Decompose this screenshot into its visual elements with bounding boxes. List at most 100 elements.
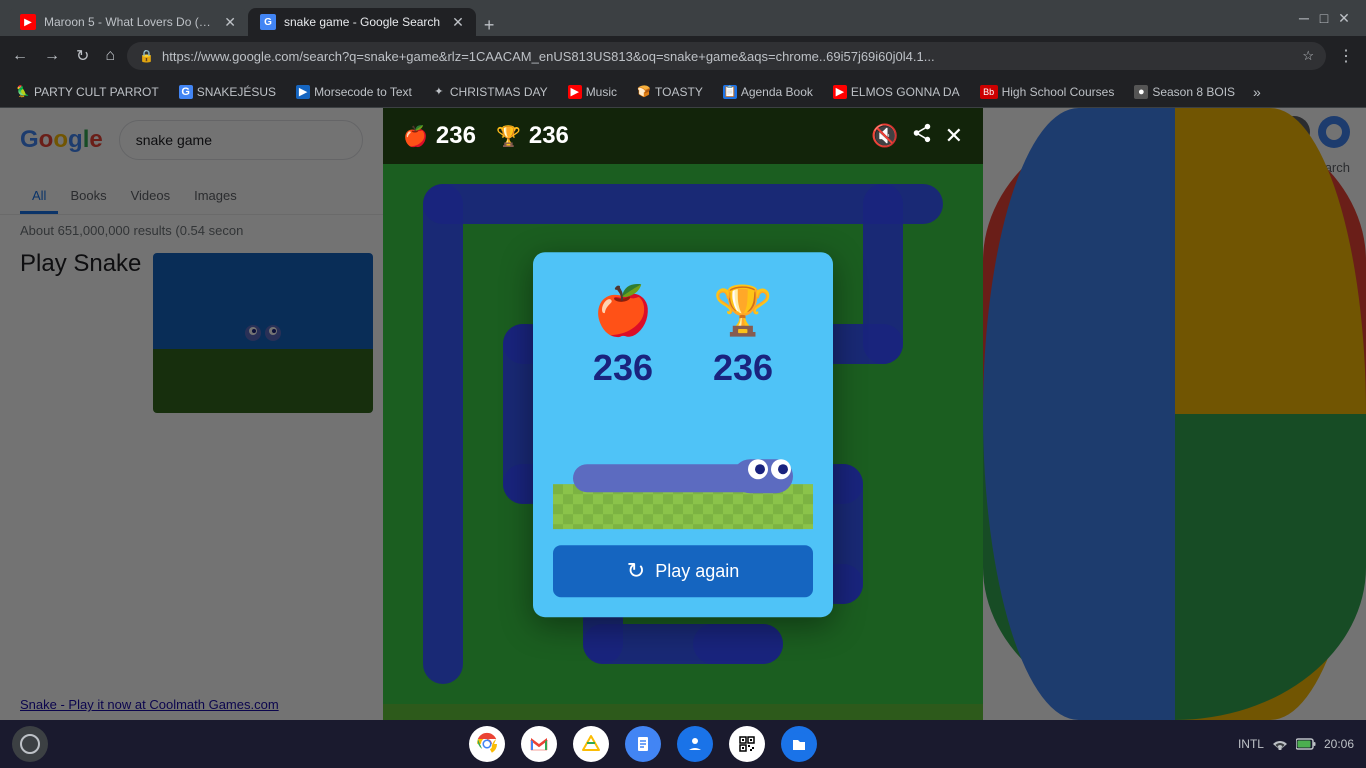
main-content: Google snake game All Books Videos Image… — [0, 108, 1366, 720]
bookmark-label-1: PARTY CULT PARROT — [34, 85, 159, 99]
bookmark-morsecode[interactable]: ▶ Morsecode to Text — [288, 83, 420, 101]
overlay-trophy-value: 236 — [713, 347, 773, 389]
overlay-apple-value: 236 — [593, 347, 653, 389]
bookmark-icon-7: 📋 — [723, 85, 737, 99]
bookmark-season8[interactable]: ● Season 8 BOIS — [1126, 83, 1243, 101]
game-board: 🍎 236 🏆 236 — [383, 164, 983, 720]
url-icons: ☆ — [1302, 48, 1314, 64]
bookmark-toasty[interactable]: 🍞 TOASTY — [629, 83, 711, 101]
close-game-button[interactable]: ✕ — [945, 122, 963, 150]
address-bar: ← → ↻ ⌂ 🔒 https://www.google.com/search?… — [0, 36, 1366, 76]
clock-time: 20:06 — [1324, 737, 1354, 751]
bookmarks-bar: 🦜 PARTY CULT PARROT G SNAKEJÉSUS ▶ Morse… — [0, 76, 1366, 108]
bookmark-label-4: CHRISTMAS DAY — [450, 85, 548, 99]
tab-maroon5[interactable]: ▶ Maroon 5 - What Lovers Do (Lyri... ✕ — [8, 8, 248, 36]
taskbar-classroom[interactable] — [677, 726, 713, 762]
taskbar-drive[interactable] — [573, 726, 609, 762]
url-text: https://www.google.com/search?q=snake+ga… — [162, 49, 1294, 64]
share-button[interactable] — [911, 122, 933, 150]
current-score-value: 236 — [436, 122, 476, 150]
play-again-button[interactable]: ↻ Play again — [553, 545, 813, 597]
tabs-bar: ▶ Maroon 5 - What Lovers Do (Lyri... ✕ G… — [8, 0, 1290, 36]
bookmark-agenda[interactable]: 📋 Agenda Book — [715, 83, 821, 101]
snake-game-container: 🍎 236 🏆 236 🔇 ✕ — [383, 108, 983, 720]
bookmark-icon-2: G — [179, 85, 193, 99]
bookmark-label-9: High School Courses — [1002, 85, 1115, 99]
bookmark-label-10: Season 8 BOIS — [1152, 85, 1235, 99]
taskbar-files[interactable] — [781, 726, 817, 762]
minimize-button[interactable]: ─ — [1298, 12, 1310, 24]
bookmark-icon-6: 🍞 — [637, 85, 651, 99]
play-again-icon: ↻ — [627, 558, 645, 584]
bookmark-music[interactable]: ▶ Music — [560, 83, 625, 101]
bookmark-label-6: TOASTY — [655, 85, 703, 99]
browser-frame: ▶ Maroon 5 - What Lovers Do (Lyri... ✕ G… — [0, 0, 1366, 768]
bookmark-star-icon[interactable]: ☆ — [1302, 48, 1314, 64]
snake-illustration — [553, 409, 813, 529]
play-again-label: Play again — [655, 561, 739, 582]
wifi-icon — [1272, 738, 1288, 750]
keyboard-layout: INTL — [1238, 737, 1264, 751]
extensions-button[interactable]: ⋮ — [1334, 42, 1358, 70]
bookmark-icon-4: ✦ — [432, 85, 446, 99]
apple-score-icon: 🍎 — [403, 124, 428, 149]
tab-snake-game[interactable]: G snake game - Google Search ✕ — [248, 8, 476, 36]
bookmark-icon-5: ▶ — [568, 85, 582, 99]
bookmark-icon-9: Bb — [980, 85, 998, 99]
bookmarks-more-button[interactable]: » — [1247, 82, 1267, 102]
bookmark-icon-3: ▶ — [296, 85, 310, 99]
window-controls: ─ □ ✕ — [1298, 12, 1350, 24]
bookmark-label-8: ELMOS GONNA DA — [851, 85, 960, 99]
game-score-bar: 🍎 236 🏆 236 🔇 ✕ — [383, 108, 983, 164]
mute-button[interactable]: 🔇 — [871, 122, 898, 150]
overlay-apple-icon: 🍎 — [593, 282, 653, 339]
overlay-scores: 🍎 236 🏆 236 — [593, 282, 773, 389]
taskbar-chrome[interactable] — [469, 726, 505, 762]
bookmark-label-7: Agenda Book — [741, 85, 813, 99]
bookmark-elmos[interactable]: ▶ ELMOS GONNA DA — [825, 83, 968, 101]
battery-icon — [1296, 738, 1316, 750]
taskbar-gmail[interactable] — [521, 726, 557, 762]
bookmark-icon-1: 🦜 — [16, 85, 30, 99]
bookmark-icon-8: ▶ — [833, 85, 847, 99]
tab-close-1[interactable]: ✕ — [224, 14, 236, 31]
maximize-button[interactable]: □ — [1318, 12, 1330, 24]
home-button[interactable]: ⌂ — [101, 43, 119, 69]
overlay-trophy-icon: 🏆 — [713, 282, 773, 339]
taskbar-apps — [56, 726, 1230, 762]
taskbar-launcher[interactable] — [12, 726, 48, 762]
bookmark-highschool[interactable]: Bb High School Courses — [972, 83, 1123, 101]
bookmark-icon-10: ● — [1134, 85, 1148, 99]
current-score-display: 🍎 236 — [403, 122, 476, 150]
high-score-value: 236 — [529, 122, 569, 150]
bookmark-party-cult[interactable]: 🦜 PARTY CULT PARROT — [8, 83, 167, 101]
taskbar-qr[interactable] — [729, 726, 765, 762]
title-bar: ▶ Maroon 5 - What Lovers Do (Lyri... ✕ G… — [0, 0, 1366, 36]
overlay-trophy-score: 🏆 236 — [713, 282, 773, 389]
refresh-button[interactable]: ↻ — [72, 42, 93, 70]
url-bar[interactable]: 🔒 https://www.google.com/search?q=snake+… — [127, 42, 1326, 70]
forward-button[interactable]: → — [40, 43, 64, 69]
taskbar: INTL 20:06 — [0, 720, 1366, 768]
tab-favicon-1: ▶ — [20, 14, 36, 30]
tab-close-2[interactable]: ✕ — [452, 14, 464, 31]
game-over-overlay: 🍎 236 🏆 236 — [533, 252, 833, 617]
bookmark-label-2: SNAKEJÉSUS — [197, 85, 276, 99]
game-controls: 🔇 ✕ — [871, 122, 963, 150]
taskbar-status: INTL 20:06 — [1238, 737, 1354, 751]
taskbar-docs[interactable] — [625, 726, 661, 762]
tab-title-2: snake game - Google Search — [284, 15, 440, 29]
new-tab-button[interactable]: + — [476, 15, 503, 36]
bookmark-label-3: Morsecode to Text — [314, 85, 412, 99]
dim-overlay-right — [983, 108, 1366, 720]
bookmark-christmas[interactable]: ✦ CHRISTMAS DAY — [424, 83, 556, 101]
bookmark-label-5: Music — [586, 85, 617, 99]
tab-favicon-2: G — [260, 14, 276, 30]
close-button[interactable]: ✕ — [1338, 12, 1350, 24]
toolbar-icons: ⋮ — [1334, 42, 1358, 70]
overlay-apple-score: 🍎 236 — [593, 282, 653, 389]
tab-title-1: Maroon 5 - What Lovers Do (Lyri... — [44, 15, 212, 29]
high-score-display: 🏆 236 — [496, 122, 569, 150]
bookmark-snakejesus[interactable]: G SNAKEJÉSUS — [171, 83, 284, 101]
back-button[interactable]: ← — [8, 43, 32, 69]
